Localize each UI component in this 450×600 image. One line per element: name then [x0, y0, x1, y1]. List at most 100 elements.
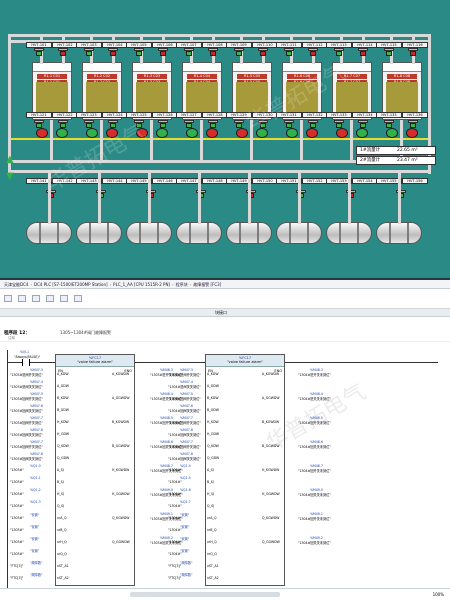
operand-name[interactable]: "1304#进开关未到位" [298, 372, 331, 377]
operand-name[interactable]: "1304#回开关未到位" [298, 516, 331, 521]
valve-icon[interactable] [184, 48, 194, 56]
normally-open-contact[interactable] [22, 359, 30, 366]
valve-icon[interactable] [308, 48, 318, 56]
valve-tag[interactable]: HV7-103 [76, 42, 102, 48]
network-header[interactable]: 程序段 12： 1305~1304#阀门故障报警 注释 [0, 327, 450, 342]
zoom-level[interactable]: 100% [433, 592, 444, 597]
operand-address[interactable]: %Q1.2 [30, 488, 41, 492]
valve-tag[interactable]: HV7-127 [176, 112, 202, 118]
pump-icon[interactable] [406, 128, 418, 138]
operand-address[interactable]: "安置" [30, 536, 39, 541]
operand-name[interactable]: "1304#" [168, 540, 182, 544]
valve-tag[interactable]: HV7-109 [226, 42, 252, 48]
toolbar-button[interactable] [74, 295, 82, 302]
operand-address[interactable]: "故障数" [180, 560, 193, 565]
valve-tag[interactable]: HV7-132 [302, 112, 328, 118]
operand-name[interactable]: "1304#回关关未到位" [298, 444, 331, 449]
operand-name[interactable]: "FTC[3]" [10, 564, 23, 568]
operand-address[interactable]: "故障数" [30, 560, 43, 565]
operand-name[interactable]: "1303#" [10, 492, 24, 496]
valve-tag[interactable]: HV7-106 [152, 42, 178, 48]
valve-icon[interactable] [334, 48, 344, 56]
valve-tag[interactable]: HV7-107 [176, 42, 202, 48]
operand-name[interactable]: "1303#回阀开关到位" [10, 396, 43, 401]
valve-tag[interactable]: HV7-113 [326, 42, 352, 48]
valve-icon[interactable] [34, 48, 44, 56]
block-interface-bar[interactable]: 块接口 [0, 309, 450, 317]
valve-tag[interactable]: HV7-102 [52, 42, 78, 48]
pump-icon[interactable] [206, 128, 218, 138]
pump-icon[interactable] [286, 128, 298, 138]
valve-icon[interactable] [208, 48, 218, 56]
valve-icon[interactable] [308, 120, 318, 128]
operand-name[interactable]: "1303#回阀开关到位" [10, 444, 43, 449]
valve-tag[interactable]: HV7-146 [152, 178, 178, 184]
operand-name[interactable]: "1303#" [10, 516, 24, 520]
operand-name[interactable]: "1303#进阀开关到位" [10, 372, 43, 377]
breadcrumb-item[interactable]: 故障报警 [FC3] [193, 280, 221, 288]
operand-name[interactable]: "1304#" [168, 504, 182, 508]
operand-name[interactable]: "FTC[3]" [168, 564, 181, 568]
operand-name[interactable]: "1303#" [10, 552, 24, 556]
pump-icon[interactable] [306, 128, 318, 138]
operand-name[interactable]: "1303#回阀关关到位" [10, 408, 43, 413]
valve-icon[interactable] [108, 48, 118, 56]
operand-name[interactable]: "1304#" [168, 480, 182, 484]
valve-tag[interactable]: HV7-111 [276, 42, 302, 48]
storage-drum[interactable] [126, 222, 172, 244]
operand-address[interactable]: "安置" [30, 512, 39, 517]
valve-tag[interactable]: HV7-133 [326, 112, 352, 118]
storage-drum[interactable] [376, 222, 422, 244]
horizontal-scrollbar[interactable] [130, 592, 280, 597]
valve-tag[interactable]: HV7-128 [202, 112, 228, 118]
operand-address[interactable]: %Q1.3 [30, 500, 41, 504]
valve-icon[interactable] [258, 48, 268, 56]
valve-icon[interactable] [34, 120, 44, 128]
valve-icon[interactable] [234, 120, 244, 128]
valve-icon[interactable] [408, 48, 418, 56]
operand-address[interactable]: "安置" [30, 548, 39, 553]
operand-address[interactable]: "安置" [30, 524, 39, 529]
operand-name[interactable]: "1303#" [10, 480, 24, 484]
operand-address[interactable]: "故障数" [30, 572, 43, 577]
valve-icon[interactable] [408, 120, 418, 128]
pump-icon[interactable] [336, 128, 348, 138]
operand-name[interactable]: "1303#进阀关关到位" [10, 384, 43, 389]
operand-name[interactable]: "1304#回阀开关到位" [168, 444, 201, 449]
operand-name[interactable]: "1303#回阀关关到位" [10, 432, 43, 437]
operand-name[interactable]: "1304#回阀开关到位" [168, 396, 201, 401]
valve-icon[interactable] [58, 120, 68, 128]
valve-icon[interactable] [384, 48, 394, 56]
valve-tag[interactable]: HV7-101 [26, 42, 52, 48]
breadcrumb-item[interactable]: 程序块 [176, 280, 188, 288]
operand-name[interactable]: "1303#回阀开关到位" [10, 420, 43, 425]
valve-tag[interactable]: HV7-152 [302, 178, 328, 184]
operand-name[interactable]: "1303#" [10, 504, 24, 508]
breadcrumb-item[interactable]: 天津宝能DC4 [4, 280, 28, 288]
valve-icon[interactable] [184, 120, 194, 128]
valve-tag[interactable]: HV7-150 [252, 178, 278, 184]
toolbar-button[interactable] [46, 295, 54, 302]
operand-name[interactable]: "1304#回阀关关到位" [168, 456, 201, 461]
operand-name[interactable]: "FTC[3]" [168, 576, 181, 580]
storage-drum[interactable] [176, 222, 222, 244]
operand-name[interactable]: "1304#回关关未到位" [298, 540, 331, 545]
operand-name[interactable]: "1304#回阀关关到位" [168, 432, 201, 437]
pump-icon[interactable] [386, 128, 398, 138]
valve-icon[interactable] [334, 120, 344, 128]
valve-tag[interactable]: HV7-108 [202, 42, 228, 48]
storage-drum[interactable] [326, 222, 372, 244]
valve-icon[interactable] [58, 48, 68, 56]
breadcrumb-item[interactable]: PLC_1_AA [CPU 1515R-2 PN] [113, 280, 170, 288]
valve-tag[interactable]: HV7-134 [352, 112, 378, 118]
valve-icon[interactable] [384, 120, 394, 128]
valve-icon[interactable] [84, 120, 94, 128]
valve-icon[interactable] [234, 48, 244, 56]
valve-icon[interactable] [208, 120, 218, 128]
operand-name[interactable]: "1304#" [168, 528, 182, 532]
valve-tag[interactable]: HV7-136 [402, 112, 428, 118]
valve-tag[interactable]: HV7-105 [126, 42, 152, 48]
valve-tag[interactable]: HV7-104 [102, 42, 128, 48]
valve-tag[interactable]: HV7-154 [352, 178, 378, 184]
operand-address[interactable]: %Q1.0 [30, 464, 41, 468]
